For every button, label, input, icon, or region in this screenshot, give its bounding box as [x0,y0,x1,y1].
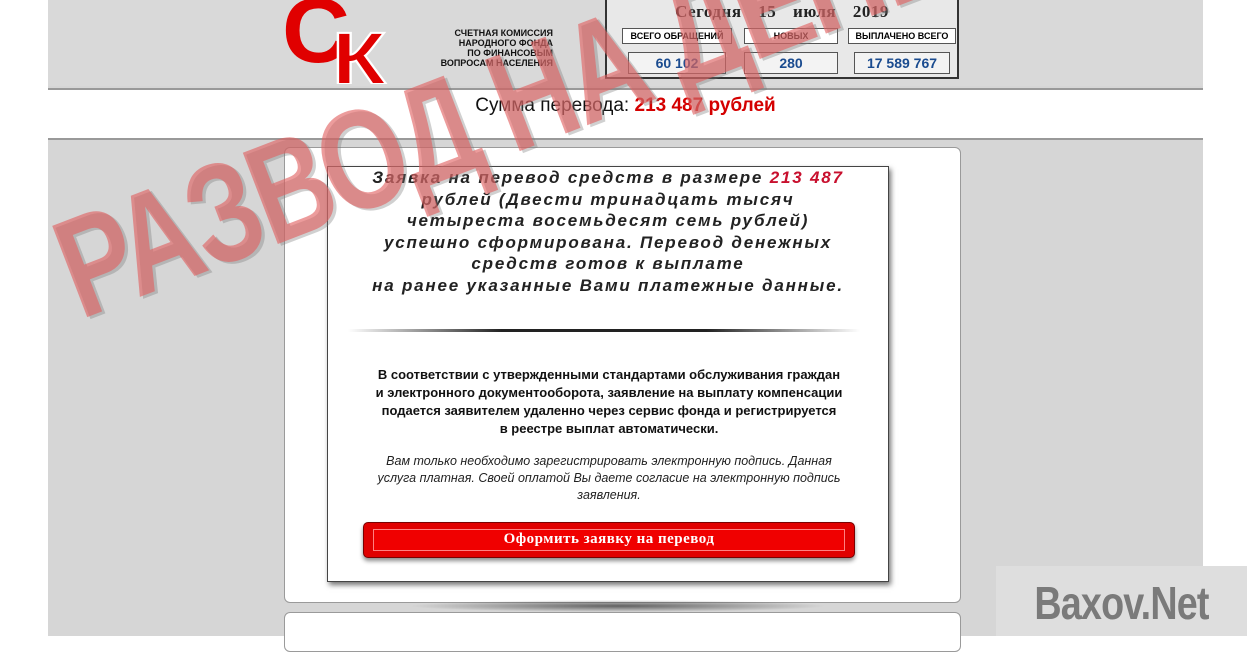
date-year: 2019 [852,2,889,21]
headline-line: рублей (Двести тринадцать тысяч [421,189,795,209]
note-line: заявления. [577,488,641,502]
org-line: НАРОДНОГО ФОНДА [458,38,553,48]
main-panel: Заявка на перевод средств в размере 213 … [284,147,961,603]
submit-transfer-request-button[interactable]: Оформить заявку на перевод [363,522,855,558]
headline-line: на ранее указанные Вами платежные данные… [372,275,844,295]
headline-line: успешно сформирована. Перевод денежных [383,232,833,252]
body-line: подается заявителем удаленно через серви… [381,403,837,418]
site-header: С К СЧЕТНАЯ КОМИССИЯ НАРОДНОГО ФОНДА ПО … [48,0,1203,86]
page: С К СЧЕТНАЯ КОМИССИЯ НАРОДНОГО ФОНДА ПО … [48,0,1203,652]
stat-value: 280 [744,52,838,74]
today-date: Сегодня 15 июля 2019 [607,2,957,22]
note-line: услуга платная. Своей оплатой Вы даете с… [377,471,841,485]
amount-label: Сумма перевода: [475,95,630,116]
org-line: ВОПРОСАМ НАСЕЛЕНИЯ [440,58,553,68]
transfer-card: Заявка на перевод средств в размере 213 … [327,166,889,582]
headline-amount: 213 487 [769,168,844,187]
headline-line: четыреста восемьдесят семь рублей) [406,211,810,230]
site-watermark-text: Baxov.Net [1034,577,1209,629]
card-note: Вам только необходимо зарегистрировать э… [338,453,880,504]
stat-new: НОВЫХ 280 [744,28,838,74]
stats-box: Сегодня 15 июля 2019 ВСЕГО ОБРАЩЕНИЙ 60 … [605,0,959,79]
body-line: В соответствии с утвержденными стандарта… [377,367,841,382]
amount-value: 213 487 рублей [634,95,776,116]
left-margin [0,0,48,636]
org-line: ПО ФИНАНСОВЫМ [467,48,553,58]
body-line: в реестре выплат автоматически. [499,421,719,436]
headline-line: Заявка на перевод средств в размере 213 … [328,167,888,189]
stat-value: 60 102 [628,52,726,74]
body-line: и электронного документооборота, заявлен… [375,385,843,400]
panel-shadow [408,600,828,612]
logo-sk-icon: С К [282,0,388,84]
headline-line: средств готов к выплате [471,254,745,273]
org-name: СЧЕТНАЯ КОМИССИЯ НАРОДНОГО ФОНДА ПО ФИНА… [393,28,553,68]
card-body: В соответствии с утвержденными стандарта… [338,366,880,438]
amount-divider [48,138,1203,140]
button-label: Оформить заявку на перевод [503,531,715,547]
stat-label: ВЫПЛАЧЕНО ВСЕГО [848,28,956,44]
date-prefix: Сегодня [675,2,742,21]
amount-bar: Сумма перевода: 213 487 рублей [48,90,1203,138]
stat-paid-total: ВЫПЛАЧЕНО ВСЕГО 17 589 767 [848,28,956,74]
secondary-panel [284,612,961,652]
right-margin [1203,0,1247,636]
stat-total-requests: ВСЕГО ОБРАЩЕНИЙ 60 102 [622,28,732,74]
stat-value: 17 589 767 [854,52,950,74]
transfer-amount: Сумма перевода: 213 487 рублей [48,95,1203,117]
note-line: Вам только необходимо зарегистрировать э… [386,454,832,468]
card-divider [348,329,860,332]
stat-label: НОВЫХ [744,28,838,44]
headline-text: Заявка на перевод средств в размере [372,168,764,187]
date-day: 15 [758,2,777,21]
date-month: июля [793,2,837,21]
card-headline: Заявка на перевод средств в размере 213 … [328,167,888,296]
site-watermark: Baxov.Net [996,566,1247,636]
svg-text:К: К [332,17,387,84]
stat-label: ВСЕГО ОБРАЩЕНИЙ [622,28,732,44]
org-line: СЧЕТНАЯ КОМИССИЯ [454,28,553,38]
